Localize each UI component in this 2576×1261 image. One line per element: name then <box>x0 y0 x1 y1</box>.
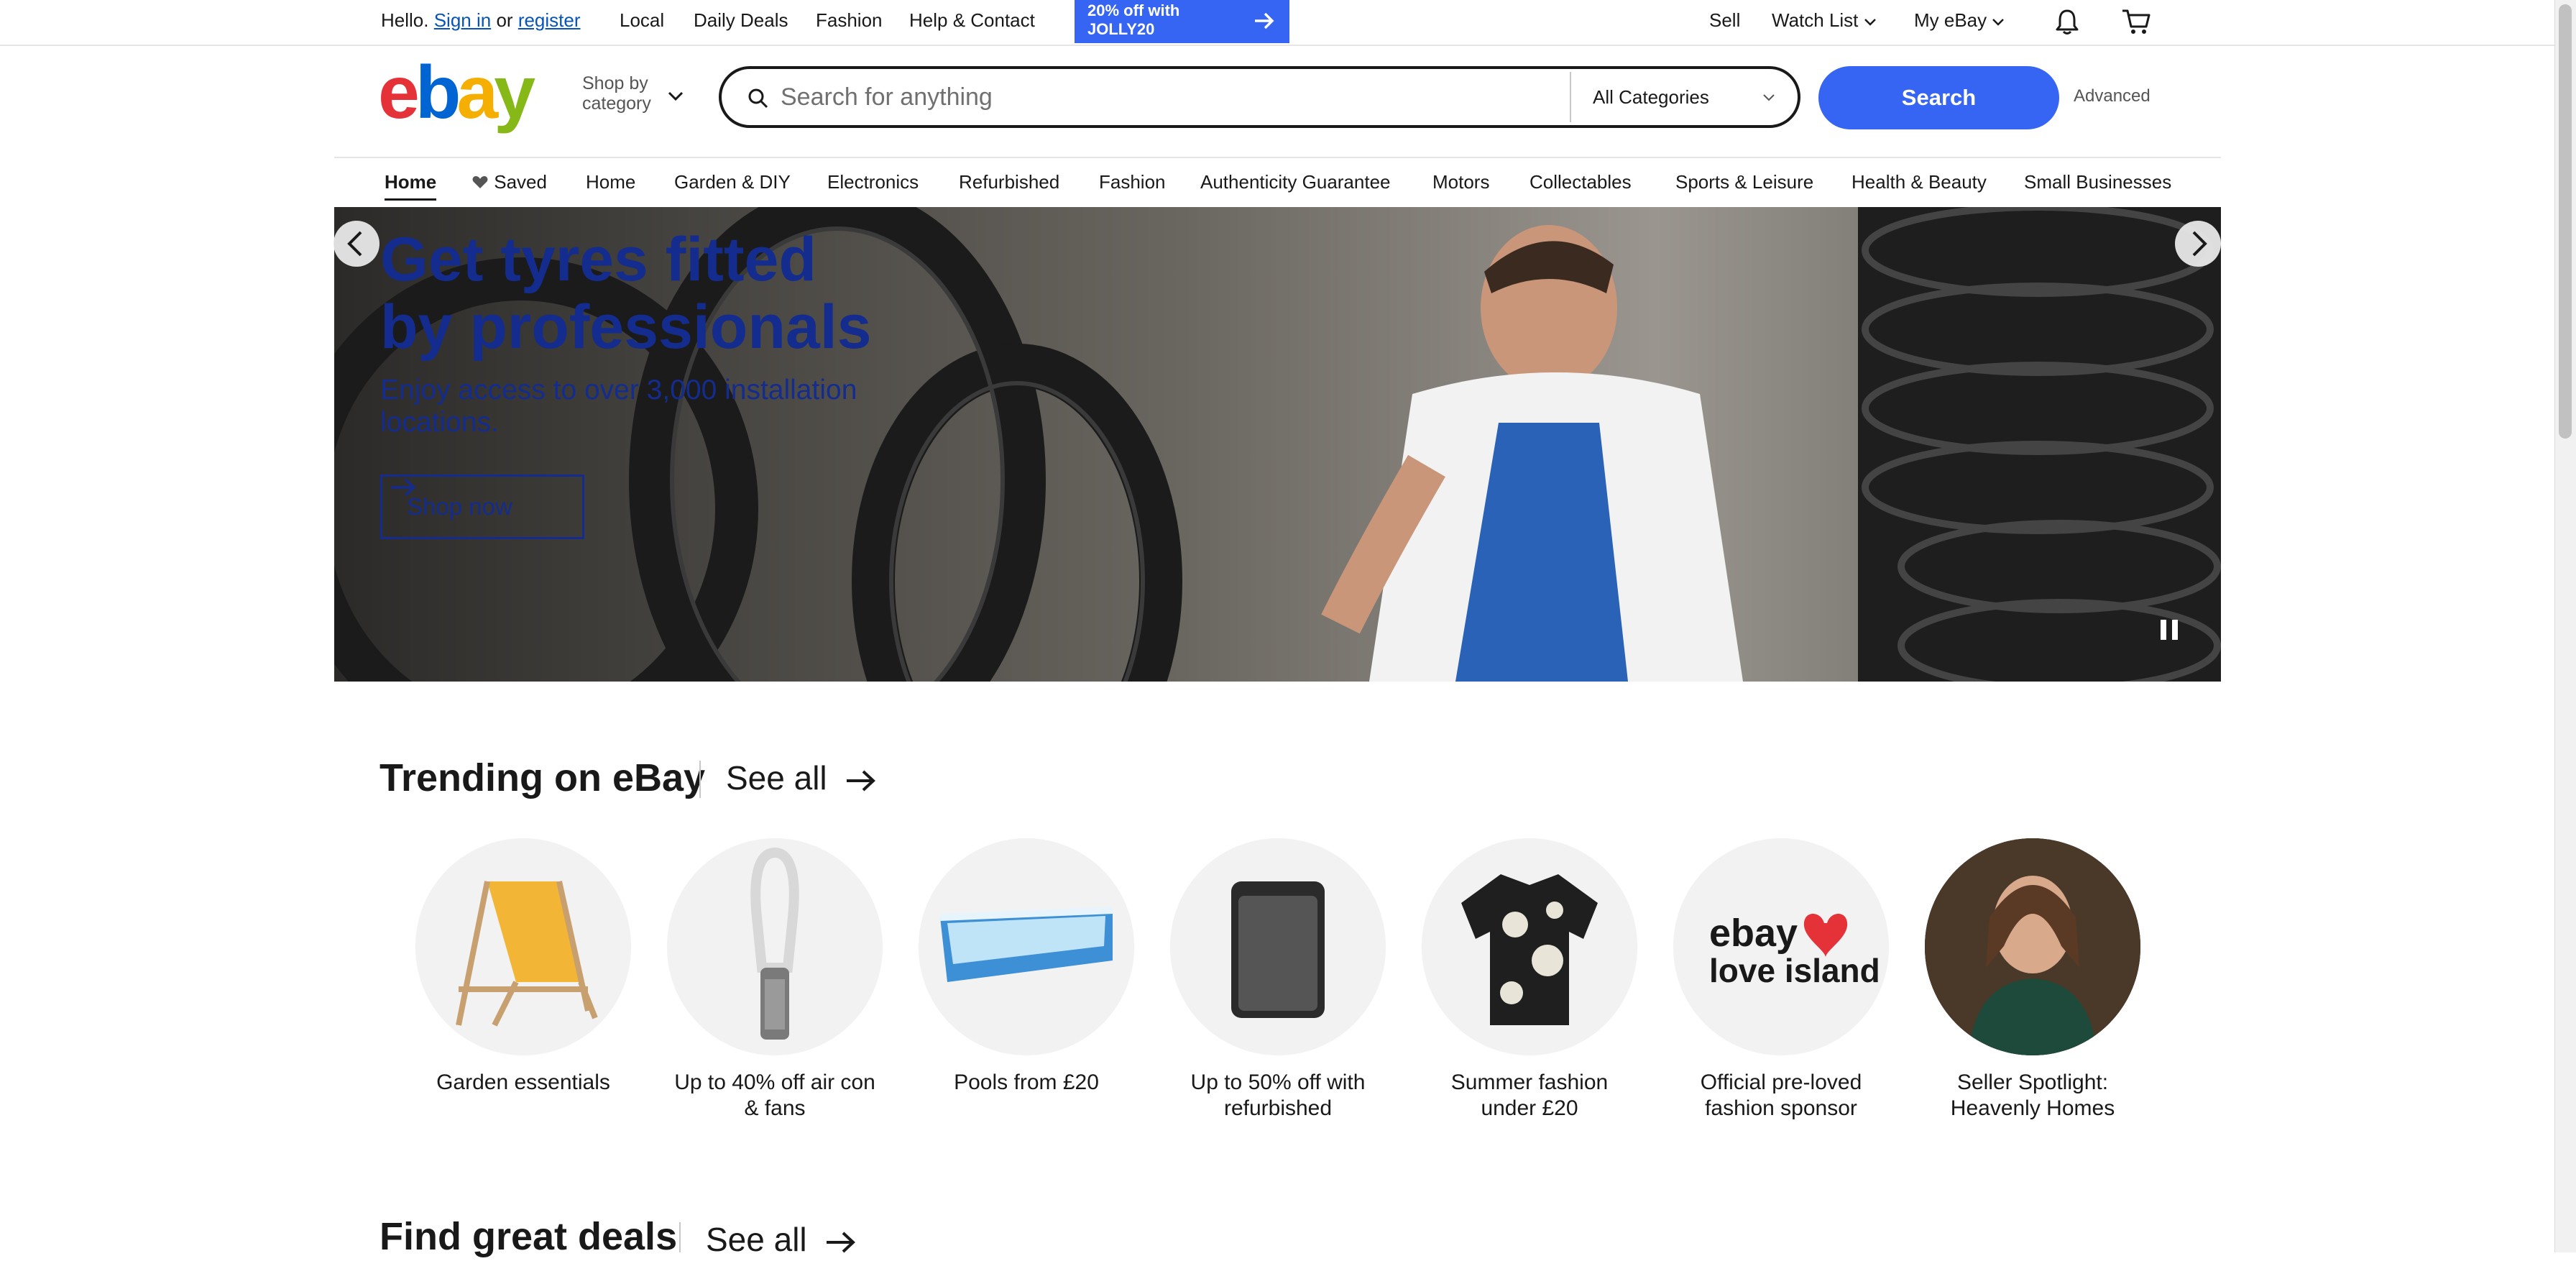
nav-health-beauty[interactable]: Health & Beauty <box>1852 170 1987 194</box>
sell-link[interactable]: Sell <box>1709 7 1740 33</box>
my-ebay-menu[interactable]: My eBay <box>1914 7 2005 33</box>
my-ebay-label: My eBay <box>1914 9 1987 31</box>
register-link[interactable]: register <box>518 9 581 31</box>
chevron-down-icon <box>1763 94 1775 101</box>
nav-garden-diy[interactable]: Garden & DIY <box>674 170 791 194</box>
ebay-logo[interactable]: ebay <box>378 51 551 134</box>
arrow-right-icon <box>827 1232 856 1253</box>
arrow-right-icon <box>847 770 876 792</box>
promo-banner[interactable]: 20% off with JOLLY20 <box>1075 0 1289 43</box>
hello-text: Hello. <box>381 9 429 31</box>
hero-banner[interactable]: Get tyres fitted by professionals Enjoy … <box>334 207 2221 682</box>
chevron-down-icon <box>1864 19 1876 26</box>
nav-divider <box>334 157 2221 158</box>
nav-fashion[interactable]: Fashion <box>1099 170 1166 194</box>
nav-home-active[interactable]: Home <box>385 170 437 201</box>
cart-icon[interactable] <box>2120 7 2152 36</box>
banner-subtitle: Enjoy access to over 3,000 installation … <box>380 375 857 438</box>
advanced-search-link[interactable]: Advanced <box>2074 86 2150 106</box>
nav-saved-label: Saved <box>494 171 547 193</box>
trending-card-love-island[interactable]: ebay love island Official pre-loved fash… <box>1673 838 1889 1122</box>
arrow-right-icon <box>1255 12 1274 29</box>
svg-text:ebay: ebay <box>378 62 535 134</box>
paddling-pool-image <box>919 838 1134 1055</box>
logo-line-1: ebay <box>1709 912 1798 955</box>
nav-motors[interactable]: Motors <box>1432 170 1489 194</box>
watch-list-menu[interactable]: Watch List <box>1772 7 1877 33</box>
search-icon <box>748 88 768 109</box>
pause-button[interactable] <box>2149 610 2189 650</box>
seller-portrait-image <box>1925 838 2140 1055</box>
trending-label: Pools from £20 <box>954 1070 1099 1094</box>
title-divider <box>679 1222 681 1252</box>
trending-card-pools[interactable]: Pools from £20 <box>919 838 1134 1096</box>
nav-collectables[interactable]: Collectables <box>1530 170 1632 194</box>
trending-label: Up to 40% off air con & fans <box>674 1070 875 1120</box>
love-island-logo: ebay love island <box>1673 838 1889 1055</box>
nav-small-businesses[interactable]: Small Businesses <box>2024 170 2171 194</box>
nav-electronics[interactable]: Electronics <box>827 170 919 194</box>
heart-icon <box>472 176 488 188</box>
scrollbar-thumb[interactable] <box>2559 4 2572 439</box>
see-all-label: See all <box>706 1221 807 1258</box>
air-purifier-image <box>667 838 883 1055</box>
category-select[interactable]: All Categories <box>1593 85 1709 109</box>
trending-see-all-link[interactable]: See all <box>726 756 878 799</box>
chevron-left-icon <box>347 231 362 257</box>
chevron-right-icon <box>2192 231 2207 257</box>
carousel-prev-button[interactable] <box>334 221 380 267</box>
logo-line-2: love island <box>1709 952 1880 989</box>
or-text: or <box>496 9 513 31</box>
speaker-image <box>1170 838 1386 1055</box>
carousel-next-button[interactable] <box>2175 221 2221 267</box>
nav-authenticity-guarantee[interactable]: Authenticity Guarantee <box>1200 170 1391 194</box>
search-button[interactable]: Search <box>1818 66 2059 129</box>
fashion-link[interactable]: Fashion <box>816 7 883 33</box>
deals-title: Find great deals <box>380 1215 678 1258</box>
search-divider <box>1570 72 1571 122</box>
title-divider <box>699 761 701 798</box>
search-input[interactable] <box>779 81 1544 114</box>
bell-icon[interactable] <box>2053 7 2082 36</box>
deck-chair-image <box>415 838 631 1055</box>
search-bar: All Categories <box>719 66 1800 128</box>
nav-refurbished[interactable]: Refurbished <box>959 170 1059 194</box>
nav-home[interactable]: Home <box>586 170 635 194</box>
see-all-label: See all <box>726 759 827 797</box>
arrow-right-icon <box>391 478 416 497</box>
trending-label: Up to 50% off with refurbished <box>1190 1070 1366 1120</box>
daily-deals-link[interactable]: Daily Deals <box>694 7 788 33</box>
trending-card-refurbished[interactable]: Up to 50% off with refurbished <box>1170 838 1386 1122</box>
shop-now-label: Shop now <box>407 493 512 520</box>
trending-label: Official pre-loved fashion sponsor <box>1700 1070 1862 1120</box>
trending-label: Summer fashion under £20 <box>1450 1070 1609 1120</box>
shop-by-category-menu[interactable]: Shop by category <box>582 73 684 114</box>
watch-list-label: Watch List <box>1772 9 1859 31</box>
nav-saved[interactable]: Saved <box>472 170 547 194</box>
chevron-down-icon <box>668 91 684 101</box>
shop-by-category-label: Shop by category <box>582 73 651 114</box>
trending-card-garden[interactable]: Garden essentials <box>415 838 631 1096</box>
trending-title: Trending on eBay <box>380 756 706 799</box>
local-link[interactable]: Local <box>620 7 664 33</box>
trending-card-seller-spotlight[interactable]: Seller Spotlight: Heavenly Homes <box>1925 838 2140 1122</box>
greeting: Hello. Sign in or register <box>381 7 581 33</box>
chevron-down-icon <box>1992 19 2005 26</box>
shop-now-button[interactable]: Shop now <box>380 474 584 539</box>
trending-card-summer-fashion[interactable]: Summer fashion under £20 <box>1422 838 1637 1122</box>
top-bar: Hello. Sign in or register Local Daily D… <box>0 0 2554 46</box>
shirt-image <box>1422 838 1637 1055</box>
deals-see-all-link[interactable]: See all <box>706 1218 857 1261</box>
pause-icon <box>2161 620 2178 640</box>
nav-sports-leisure[interactable]: Sports & Leisure <box>1675 170 1813 194</box>
help-contact-link[interactable]: Help & Contact <box>909 7 1035 33</box>
promo-text: 20% off with JOLLY20 <box>1087 1 1180 38</box>
trending-label: Seller Spotlight: Heavenly Homes <box>1950 1070 2115 1120</box>
trending-card-air-con[interactable]: Up to 40% off air con & fans <box>667 838 883 1122</box>
banner-title: Get tyres fitted by professionals <box>380 225 872 362</box>
sign-in-link[interactable]: Sign in <box>434 9 492 31</box>
trending-label: Garden essentials <box>436 1070 610 1094</box>
